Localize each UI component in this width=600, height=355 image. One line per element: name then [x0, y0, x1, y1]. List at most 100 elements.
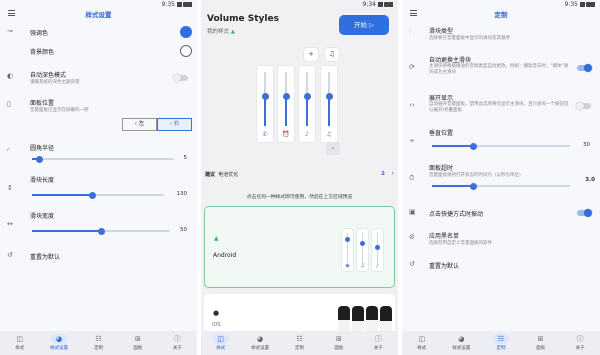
styles-screen: 9:34 Volume Styles 我的样式 ▲ 开始 ▷ + ♫ ✆ ⏰ ♪…: [201, 0, 398, 355]
blacklist-sub: 选择禁用自定义音量面板的软件: [429, 241, 492, 246]
play-icon: ▷: [369, 21, 375, 29]
add-icon[interactable]: +: [304, 48, 318, 61]
slider-knob[interactable]: [325, 92, 333, 100]
panel-timeout-row: ⏱ 面板超时 音量面板保持打开状态的时间为（以秒为单位） 3.0: [402, 163, 600, 193]
tune-icon: ☷: [497, 335, 505, 343]
expand-row[interactable]: ‹› 展开显示 自动展开音量面板。禁用此选项将仅显示主滑块，且只会有一个按钮可以…: [402, 93, 600, 121]
bottom-nav: ◫ 样式 ◕ 样式设置 ☷ 定制 ⊞ 面板 ⓘ 关于: [402, 331, 600, 355]
background-color-row[interactable]: 背景颜色: [0, 44, 197, 58]
style-card-ios[interactable]: ● iOS: [204, 294, 395, 336]
slider-knob[interactable]: [89, 191, 97, 199]
nav-customize[interactable]: ☷ 定制: [481, 331, 521, 355]
accent-color-row[interactable]: ⊸ 强调色: [0, 25, 197, 39]
panel-timeout-label: 面板超时: [429, 165, 454, 172]
auto-switch-toggle[interactable]: [577, 64, 592, 72]
bell-icon: ♪: [305, 131, 309, 138]
slider-knob[interactable]: [35, 155, 43, 163]
auto-switch-sub: 主滑块将根据播放的音频类型自动更改。例如：播放音乐时，"媒体"滑块成为主滑块: [429, 64, 569, 75]
slider-length-value: 130: [176, 191, 188, 197]
blacklist-row[interactable]: ⊘ 应用黑名单 选择禁用自定义音量面板的软件: [402, 230, 600, 250]
nav-style-settings[interactable]: ◕ 样式设置: [240, 331, 279, 355]
start-button[interactable]: 开始 ▷: [339, 15, 389, 35]
nav-about[interactable]: ⓘ 关于: [158, 331, 197, 355]
music-icon: ♫: [326, 131, 332, 138]
bottom-nav: ◫ 样式 ◕ 样式设置 ☷ 定制 ⊞ 面板 ⓘ 关于: [201, 331, 398, 355]
preview-slider-call[interactable]: ✆: [257, 66, 273, 142]
auto-switch-label: 自动更换主滑块: [429, 57, 472, 64]
vertical-position-value: 30: [583, 142, 590, 148]
position-right-label: 右: [173, 121, 180, 127]
slider-types-row[interactable]: ⫶ 滑块类型 选择要在音量面板中显示的滑块及其顺序: [402, 25, 600, 45]
slider-knob[interactable]: [282, 92, 290, 100]
expand-toggle[interactable]: [576, 102, 591, 110]
corner-radius-slider[interactable]: [32, 155, 174, 163]
nav-about[interactable]: ⓘ 关于: [560, 331, 600, 355]
nav-customize[interactable]: ☷ 定制: [280, 331, 319, 355]
panel-timeout-slider[interactable]: [432, 182, 570, 190]
position-left-button[interactable]: ‹ 左: [122, 118, 157, 131]
background-color-swatch[interactable]: [180, 45, 192, 57]
nav-label: 面板: [133, 346, 143, 351]
slider-fill: [264, 96, 266, 126]
vibrate-toggle[interactable]: [577, 209, 592, 217]
expand-arrow-button[interactable]: ›: [326, 142, 340, 155]
position-segmented: ‹ 左 › 右: [122, 118, 192, 131]
preview-slider-alarm[interactable]: ⏰: [278, 66, 294, 142]
nav-styles[interactable]: ◫ 样式: [402, 331, 442, 355]
reset-row[interactable]: ↺ 重置为默认: [0, 250, 197, 264]
status-time: 9:34: [362, 1, 376, 8]
palette-icon: ◕: [257, 335, 264, 343]
chevron-right-icon[interactable]: ›: [392, 170, 394, 177]
accent-color-swatch[interactable]: [180, 26, 192, 38]
top-bar: 样式设置: [0, 9, 197, 21]
sync-icon: ⟳: [409, 63, 415, 71]
auto-switch-row[interactable]: ⟳ 自动更换主滑块 主滑块将根据播放的音频类型自动更改。例如：播放音乐时，"媒体…: [402, 55, 600, 83]
mini-track: [362, 233, 363, 263]
expand-sub: 自动展开音量面板。禁用此选项将仅显示主滑块，且只会有一个按钮可以展开/折叠面板: [429, 102, 569, 113]
slider-knob[interactable]: [97, 227, 105, 235]
position-right-button[interactable]: › 右: [157, 118, 192, 131]
vibrate-row[interactable]: ▣ 点击快捷方式时振动: [402, 206, 600, 220]
reset-row[interactable]: ↺ 重置为默认: [402, 259, 600, 273]
slider-length-slider[interactable]: [32, 191, 164, 199]
reset-label: 重置为默认: [429, 263, 460, 270]
nav-about[interactable]: ⓘ 关于: [359, 331, 398, 355]
nav-panel[interactable]: ⊞ 面板: [521, 331, 561, 355]
start-label: 开始: [353, 21, 367, 29]
my-styles-label[interactable]: 我的样式 ▲: [207, 27, 235, 35]
preview-slider-ring[interactable]: ♪: [299, 66, 315, 142]
nav-style-settings[interactable]: ◕ 样式设置: [442, 331, 482, 355]
preview-slider-media[interactable]: ♫: [321, 66, 337, 142]
slider-knob[interactable]: [303, 92, 311, 100]
style-icon: ◫: [217, 335, 225, 343]
style-card-label: iOS: [212, 322, 221, 328]
nav-styles[interactable]: ◫ 样式: [201, 331, 240, 355]
slider-width-slider[interactable]: [32, 227, 170, 235]
timer-icon: ⏱: [409, 174, 415, 182]
vertical-icon: ÷: [409, 137, 415, 145]
slider-knob[interactable]: [469, 182, 477, 190]
dark-mode-row[interactable]: ◐ 自动深色模式 遵循系统的深色主题背景: [0, 69, 197, 89]
slider-knob[interactable]: [261, 92, 269, 100]
slider-fill: [306, 96, 308, 126]
nav-customize[interactable]: ☷ 定制: [79, 331, 118, 355]
style-card-android[interactable]: ▲ Android ◉ ♫ ♪: [204, 206, 395, 288]
nav-panel[interactable]: ⊞ 面板: [319, 331, 358, 355]
corner-radius-label: 圆角半径: [30, 145, 55, 152]
position-left-label: 左: [138, 121, 145, 127]
nav-style-settings[interactable]: ◕ 样式设置: [39, 331, 78, 355]
position-icon: ▯: [7, 100, 11, 108]
nav-styles[interactable]: ◫ 样式: [0, 331, 39, 355]
signal-icons: [177, 2, 192, 7]
panel-position-label: 面板位置: [30, 100, 55, 107]
slider-knob[interactable]: [469, 142, 477, 150]
nav-panel[interactable]: ⊞ 面板: [118, 331, 157, 355]
slider-types-sub: 选择要在音量面板中显示的滑块及其顺序: [429, 36, 510, 41]
nav-label: 样式设置: [251, 346, 270, 351]
suggestion-row[interactable]: 建议 电池优化: [205, 171, 238, 178]
bell-icon[interactable]: ♫: [325, 48, 339, 61]
slider-track: [282, 72, 290, 126]
accent-color-label: 强调色: [30, 30, 49, 37]
dark-mode-toggle[interactable]: [173, 74, 188, 82]
vertical-position-slider[interactable]: [432, 142, 570, 150]
